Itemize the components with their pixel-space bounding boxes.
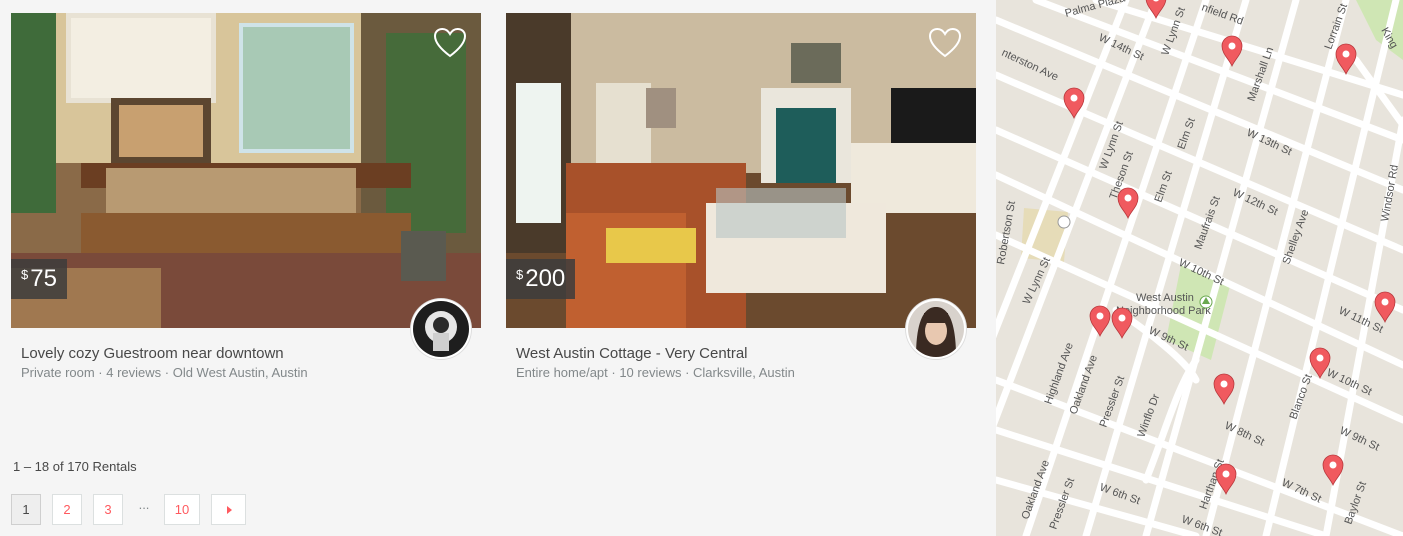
map-pin-dot (1329, 461, 1337, 469)
street-label: West Austin (1136, 292, 1194, 304)
host-avatar[interactable] (411, 299, 471, 359)
map-pin-dot (1222, 470, 1230, 478)
price-currency: $ (516, 267, 524, 282)
map-pin-dot (1118, 314, 1126, 322)
listing-title[interactable]: West Austin Cottage - Very Central (516, 345, 748, 362)
map-pin-dot (1070, 94, 1078, 102)
price-tag: $ 75 (11, 259, 67, 299)
map-pin-dot (1381, 298, 1389, 306)
price-amount: 200 (525, 265, 566, 292)
price-tag: $ 200 (506, 259, 576, 299)
host-avatar[interactable] (906, 299, 966, 359)
page-button-last[interactable]: 10 (164, 494, 200, 525)
listing-title[interactable]: Lovely cozy Guestroom near downtown (21, 345, 284, 362)
listing-subtitle: Private room · 4 reviews · Old West Aust… (21, 365, 308, 380)
favorite-heart-icon[interactable] (928, 27, 962, 59)
page-button-3[interactable]: 3 (93, 494, 123, 525)
school-icon (1057, 215, 1071, 229)
pagination-ellipsis: ... (138, 497, 150, 512)
price-amount: 75 (30, 265, 57, 292)
next-page-button[interactable] (211, 494, 246, 525)
listings-panel: $ 75 Lovely cozy Guestroom near downtown… (0, 0, 996, 536)
results-count: 1 – 18 of 170 Rentals (13, 459, 137, 474)
listing-photo-image (11, 13, 481, 328)
map-canvas[interactable]: Palma Plaza nfield Rd W 14th St nterston… (996, 0, 1403, 536)
page-button-1[interactable]: 1 (11, 494, 41, 525)
caret-right-icon (226, 505, 232, 514)
page-button-2[interactable]: 2 (52, 494, 82, 525)
listing-subtitle: Entire home/apt · 10 reviews · Clarksvil… (516, 365, 795, 380)
map-pin-dot (1316, 354, 1324, 362)
map-pin-dot (1220, 380, 1228, 388)
map-pin-dot (1342, 50, 1350, 58)
price-currency: $ (21, 267, 29, 282)
listing-card[interactable]: $ 75 Lovely cozy Guestroom near downtown… (11, 13, 481, 380)
favorite-heart-icon[interactable] (433, 27, 467, 59)
listing-card[interactable]: $ 200 West Austin Cottage - Very Central… (506, 13, 976, 380)
map-pin-dot (1228, 42, 1236, 50)
map-panel[interactable]: Palma Plaza nfield Rd W 14th St nterston… (996, 0, 1403, 536)
host-avatar-image (413, 301, 469, 357)
map-pin-dot (1096, 312, 1104, 320)
listing-photo[interactable]: $ 200 (506, 13, 976, 328)
listing-photo[interactable]: $ 75 (11, 13, 481, 328)
map-pin-dot (1124, 194, 1132, 202)
host-avatar-image (908, 301, 964, 357)
listing-photo-image (506, 13, 976, 328)
pagination: 1 2 3 ... 10 (11, 494, 257, 525)
